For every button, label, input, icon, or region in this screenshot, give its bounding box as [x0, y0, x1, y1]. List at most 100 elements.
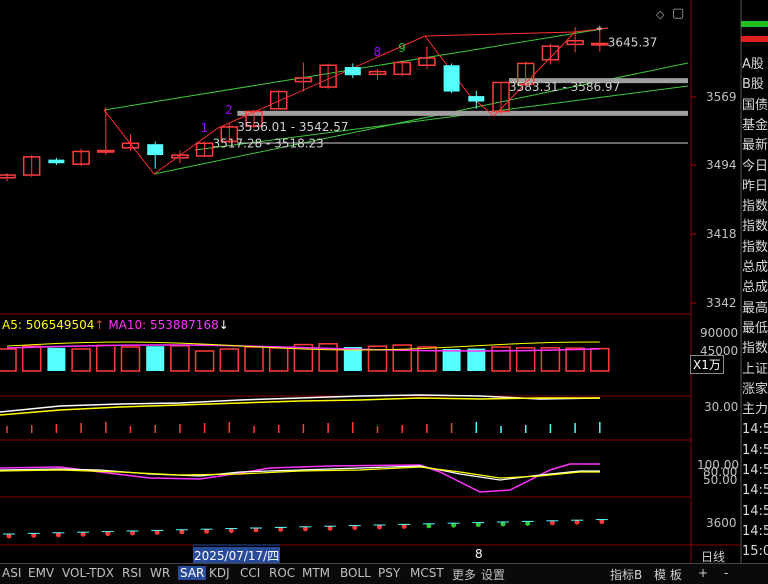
tab-rsi[interactable]: RSI	[122, 566, 142, 580]
volume-bar	[194, 350, 215, 372]
sidebar-item[interactable]: 15:0	[742, 541, 768, 562]
sidebar-item[interactable]: 总成	[742, 277, 768, 298]
volume-bar	[120, 346, 141, 372]
indicator-b-tab[interactable]: 指标B	[610, 566, 642, 583]
sidebar-item[interactable]: 指数	[742, 338, 768, 359]
ma5-arrow: ↑	[94, 318, 105, 332]
sidebar-item[interactable]: A股	[742, 54, 768, 75]
candle-body	[97, 149, 115, 153]
candle-body	[443, 65, 460, 92]
volume-ma-legend: A5: 506549504↑ MA10: 553887168↓	[2, 318, 229, 332]
volume-ma10-line	[6, 344, 600, 352]
volume-tick-90000: 90000	[700, 326, 739, 340]
indicator2-tick: 30.00	[704, 400, 739, 414]
sidebar-item[interactable]: 上证	[742, 359, 768, 380]
volume-unit-label: X1万	[690, 355, 724, 374]
y-tick-label: 3569	[706, 90, 737, 104]
volume-bar	[71, 348, 91, 372]
wave-count-label: 8	[374, 45, 382, 59]
tab-emv[interactable]: EMV	[28, 566, 54, 580]
candle-body	[344, 67, 361, 76]
diamond-marker-icon: ⌖	[596, 21, 603, 35]
volume-bar	[47, 347, 66, 371]
zoom-in-button[interactable]: +	[698, 566, 708, 580]
sidebar-item[interactable]: 指数	[742, 196, 768, 217]
tab-boll[interactable]: BOLL	[340, 566, 371, 580]
volume-bar	[442, 349, 461, 371]
volume-bar	[565, 347, 585, 372]
tab-settings[interactable]: 设置	[481, 566, 505, 583]
template-tab[interactable]: 模 板	[654, 566, 682, 583]
volume-bar	[146, 346, 165, 371]
zigzag-top-line	[424, 31, 576, 37]
wave-count-label: 1	[201, 121, 209, 135]
support-level-bar	[237, 110, 689, 116]
tab-voltdx[interactable]: VOL-TDX	[62, 566, 114, 580]
green-indicator-bar	[741, 21, 768, 27]
tab-more[interactable]: 更多	[452, 566, 476, 583]
wave-count-label: 2	[225, 103, 233, 117]
indicator-tab-bar: ASI EMV VOL-TDX RSI WR SAR KDJ CCI ROC MTM BOLL PSY…	[0, 563, 768, 584]
sidebar-item[interactable]: 指数	[742, 216, 768, 237]
y-tick-label: 3494	[706, 158, 737, 172]
volume-bar	[590, 347, 610, 372]
sidebar-item[interactable]: 主力	[742, 399, 768, 420]
price-level-label: 3536.01 - 3542.57	[237, 120, 348, 134]
sidebar-item[interactable]: 14:5	[742, 419, 768, 440]
sidebar-item[interactable]: 昨日	[742, 176, 768, 197]
sidebar-item[interactable]: 基金	[742, 115, 768, 136]
volume-bar	[21, 345, 42, 372]
sidebar-item[interactable]: 14:5	[742, 460, 768, 481]
zoom-out-button[interactable]: -	[724, 566, 728, 580]
sidebar-item[interactable]: 今日	[742, 156, 768, 177]
volume-bar	[244, 346, 264, 372]
indicator3-line-yellow	[0, 466, 600, 479]
sidebar-item[interactable]: 指数	[742, 237, 768, 258]
volume-bar	[96, 344, 116, 372]
price-level-label: 3645.37	[608, 36, 658, 50]
ma10-label: MA10: 553887168	[108, 318, 219, 332]
diamond-icon[interactable]: ◇	[656, 8, 664, 21]
price-level-label: 3583.31 - 3586.97	[509, 80, 620, 94]
tab-mcst[interactable]: MCST	[410, 566, 444, 580]
volume-bar	[540, 347, 561, 372]
y-tick-label: 3342	[706, 296, 737, 310]
tab-psy[interactable]: PSY	[378, 566, 400, 580]
sidebar-item[interactable]: 14:5	[742, 440, 768, 461]
tab-sar[interactable]: SAR	[178, 566, 207, 580]
sidebar-item[interactable]: 14:5	[742, 521, 768, 542]
date-cursor-label: 2025/07/17/四	[193, 547, 281, 564]
sidebar-item[interactable]: 最低	[742, 318, 768, 339]
volume-bar	[268, 347, 289, 372]
indicator2-line-yellow	[0, 397, 600, 416]
sidebar-item[interactable]: 最新	[742, 135, 768, 156]
volume-bar	[467, 348, 486, 371]
price-chart[interactable]: 3569 3494 3418 3342 1 2 8 9 3536.01 - 3542.57 351…	[0, 0, 768, 584]
tab-wr[interactable]: WR	[150, 566, 170, 580]
sidebar-item[interactable]: 14:5	[742, 501, 768, 522]
ma10-arrow: ↓	[218, 318, 229, 332]
sidebar-item[interactable]: 国债	[742, 95, 768, 116]
tab-mtm[interactable]: MTM	[302, 566, 330, 580]
volume-bar	[0, 348, 17, 372]
price-level-label: 3517.28 - 3518.23	[213, 136, 324, 150]
tab-roc[interactable]: ROC	[269, 566, 295, 580]
volume-bar	[219, 348, 240, 372]
sidebar-item[interactable]: 涨家	[742, 379, 768, 400]
tab-kdj[interactable]: KDJ	[209, 566, 230, 580]
month-marker-label: 8	[475, 547, 483, 561]
sidebar-item[interactable]: B股	[742, 74, 768, 95]
indicator3-tick-50: 50.00	[703, 473, 738, 487]
candle-body	[48, 159, 65, 164]
indicator2-line-white	[0, 394, 601, 413]
sidebar-item[interactable]: 最高	[742, 298, 768, 319]
sidebar-item[interactable]: 14:5	[742, 480, 768, 501]
candle-body	[591, 42, 609, 46]
wave-count-label: 9	[398, 41, 406, 55]
candle-body	[147, 144, 164, 156]
window-restore-icon[interactable]: ▢	[672, 6, 684, 21]
volume-bar	[343, 347, 362, 371]
sidebar-item[interactable]: 总成	[742, 257, 768, 278]
tab-asi[interactable]: ASI	[2, 566, 21, 580]
tab-cci[interactable]: CCI	[240, 566, 260, 580]
